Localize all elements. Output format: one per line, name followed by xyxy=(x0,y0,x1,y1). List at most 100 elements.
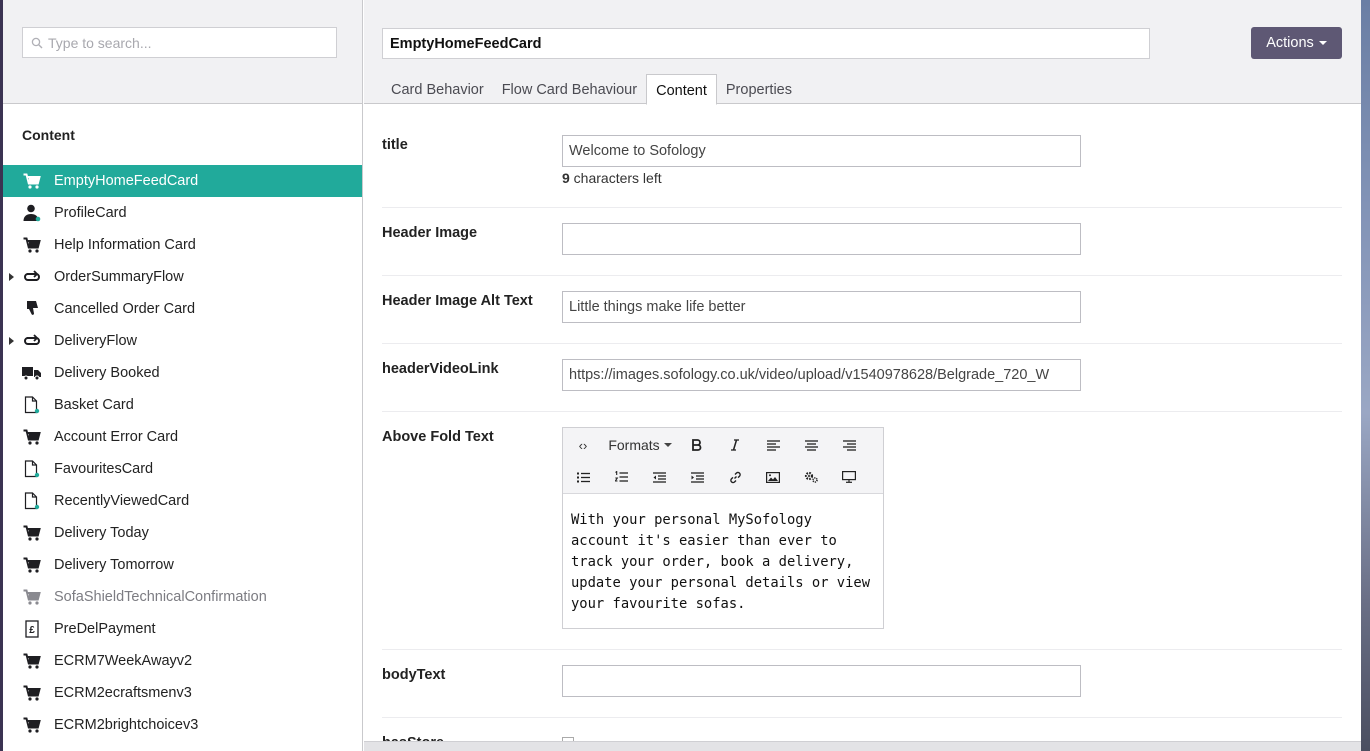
tab-content[interactable]: Content xyxy=(646,74,717,105)
title-field[interactable] xyxy=(562,135,1081,167)
person-icon xyxy=(22,203,42,223)
receipt-icon: £ xyxy=(22,619,42,639)
header-image-row: Header Image xyxy=(382,208,1342,276)
header-image-field[interactable] xyxy=(562,223,1081,255)
tree-item[interactable]: ECRM2brightchoicev3 xyxy=(3,709,362,741)
bullet-list-button[interactable] xyxy=(564,461,602,493)
svg-text:£: £ xyxy=(29,625,35,636)
editor-toolbar: ‹› Formats xyxy=(563,428,883,494)
tree-item[interactable]: ECRM2ecraftsmenv3 xyxy=(3,677,362,709)
search-input[interactable] xyxy=(48,34,328,51)
above-fold-row: Above Fold Text ‹› Formats With your per… xyxy=(382,412,1342,650)
cart-icon xyxy=(22,523,42,543)
tree-item[interactable]: OrderSummaryFlow xyxy=(3,261,362,293)
content-form: title 9 characters left Header Image Hea… xyxy=(364,105,1361,741)
tree-item-label: DeliveryFlow xyxy=(54,333,137,349)
align-center-icon xyxy=(804,439,818,451)
tree-item-label: SofaShieldTechnicalConfirmation xyxy=(54,589,267,605)
bold-button[interactable] xyxy=(678,429,716,461)
tree-item[interactable]: ProfileCard xyxy=(3,197,362,229)
tab-flow-card-behaviour[interactable]: Flow Card Behaviour xyxy=(493,74,646,105)
tab-card-behavior[interactable]: Card Behavior xyxy=(382,74,493,105)
tree-item-label: Basket Card xyxy=(54,397,134,413)
search-box[interactable] xyxy=(22,27,337,58)
tree-item-label: Delivery Booked xyxy=(54,365,160,381)
tree-item[interactable]: £ PreDelPayment xyxy=(3,613,362,645)
actions-button[interactable]: Actions xyxy=(1251,27,1342,59)
search-icon xyxy=(31,37,43,48)
expand-caret-icon[interactable] xyxy=(9,337,14,345)
tree-item-label: RecentlyViewedCard xyxy=(54,493,190,509)
tree-item[interactable]: Delivery Booked xyxy=(3,357,362,389)
image-button[interactable] xyxy=(754,461,792,493)
tree-item-label: PreDelPayment xyxy=(54,621,156,637)
tree-item[interactable]: RecentlyViewedCard xyxy=(3,485,362,517)
align-right-button[interactable] xyxy=(830,429,868,461)
header-video-field[interactable] xyxy=(562,359,1081,391)
main-panel: Actions Card BehaviorFlow Card Behaviour… xyxy=(364,0,1361,751)
tree-item[interactable]: Help Information Card xyxy=(3,229,362,261)
tree-item[interactable]: Delivery Tomorrow xyxy=(3,549,362,581)
flow-icon xyxy=(22,331,42,351)
flow-icon xyxy=(22,267,42,287)
italic-icon xyxy=(731,439,739,451)
numbered-list-button[interactable] xyxy=(602,461,640,493)
tree-item-label: EmptyHomeFeedCard xyxy=(54,173,199,189)
tree-item[interactable]: Delivery Today xyxy=(3,517,362,549)
numbered-list-icon xyxy=(614,471,628,482)
tree-item-label: OrderSummaryFlow xyxy=(54,269,184,285)
tree-item-label: ECRM2ecraftsmenv3 xyxy=(54,685,192,701)
tree-item[interactable]: DeliveryFlow xyxy=(3,325,362,357)
actions-label: Actions xyxy=(1266,35,1314,51)
header-image-alt-field[interactable] xyxy=(562,291,1081,323)
header-image-alt-label: Header Image Alt Text xyxy=(382,293,533,309)
tree-item[interactable]: SofaShieldTechnicalConfirmation xyxy=(3,581,362,613)
italic-button[interactable] xyxy=(716,429,754,461)
outdent-button[interactable] xyxy=(640,461,678,493)
align-center-button[interactable] xyxy=(792,429,830,461)
main-header: Actions Card BehaviorFlow Card Behaviour… xyxy=(364,0,1361,105)
tree-item-label: Cancelled Order Card xyxy=(54,301,196,317)
tree-item[interactable]: EmptyHomeFeedCard xyxy=(3,165,362,197)
align-left-button[interactable] xyxy=(754,429,792,461)
preview-button[interactable] xyxy=(830,461,868,493)
bullet-list-icon xyxy=(576,472,590,482)
sidebar-heading: Content xyxy=(22,127,75,143)
body-text-label: bodyText xyxy=(382,667,446,683)
align-right-icon xyxy=(842,439,856,451)
tree-item[interactable]: ECRM7WeekAwayv2 xyxy=(3,645,362,677)
tree-item[interactable]: FavouritesCard xyxy=(3,453,362,485)
tree-item-label: Delivery Tomorrow xyxy=(54,557,174,573)
indent-button[interactable] xyxy=(678,461,716,493)
header-image-label: Header Image xyxy=(382,225,478,241)
tree-item[interactable]: Account Error Card xyxy=(3,421,362,453)
cart-icon xyxy=(22,555,42,575)
above-fold-label: Above Fold Text xyxy=(382,429,494,445)
link-button[interactable] xyxy=(716,461,754,493)
horizontal-scrollbar[interactable] xyxy=(364,741,1361,751)
card-name-input[interactable] xyxy=(382,28,1150,59)
code-icon: ‹› xyxy=(578,437,588,453)
title-label: title xyxy=(382,137,408,153)
title-row: title 9 characters left xyxy=(382,105,1342,208)
align-left-icon xyxy=(766,439,780,451)
document-icon xyxy=(22,491,42,511)
editor-content[interactable]: With your personal MySofology account it… xyxy=(563,494,883,631)
body-text-field[interactable] xyxy=(562,665,1081,697)
has-store-row: hasStore xyxy=(382,718,1342,741)
truck-icon xyxy=(22,363,42,383)
caret-down-icon xyxy=(663,443,672,447)
source-code-button[interactable]: ‹› xyxy=(564,429,602,461)
tab-properties[interactable]: Properties xyxy=(717,74,801,105)
header-image-alt-row: Header Image Alt Text xyxy=(382,276,1342,344)
settings-button[interactable] xyxy=(792,461,830,493)
gears-icon xyxy=(804,471,818,483)
cart-icon xyxy=(22,427,42,447)
tree-item[interactable]: Basket Card xyxy=(3,389,362,421)
expand-caret-icon[interactable] xyxy=(9,273,14,281)
tree-item-label: Help Information Card xyxy=(54,237,196,253)
cart-icon xyxy=(22,683,42,703)
header-video-label: headerVideoLink xyxy=(382,361,499,377)
tree-item[interactable]: Cancelled Order Card xyxy=(3,293,362,325)
formats-dropdown[interactable]: Formats xyxy=(602,429,678,461)
